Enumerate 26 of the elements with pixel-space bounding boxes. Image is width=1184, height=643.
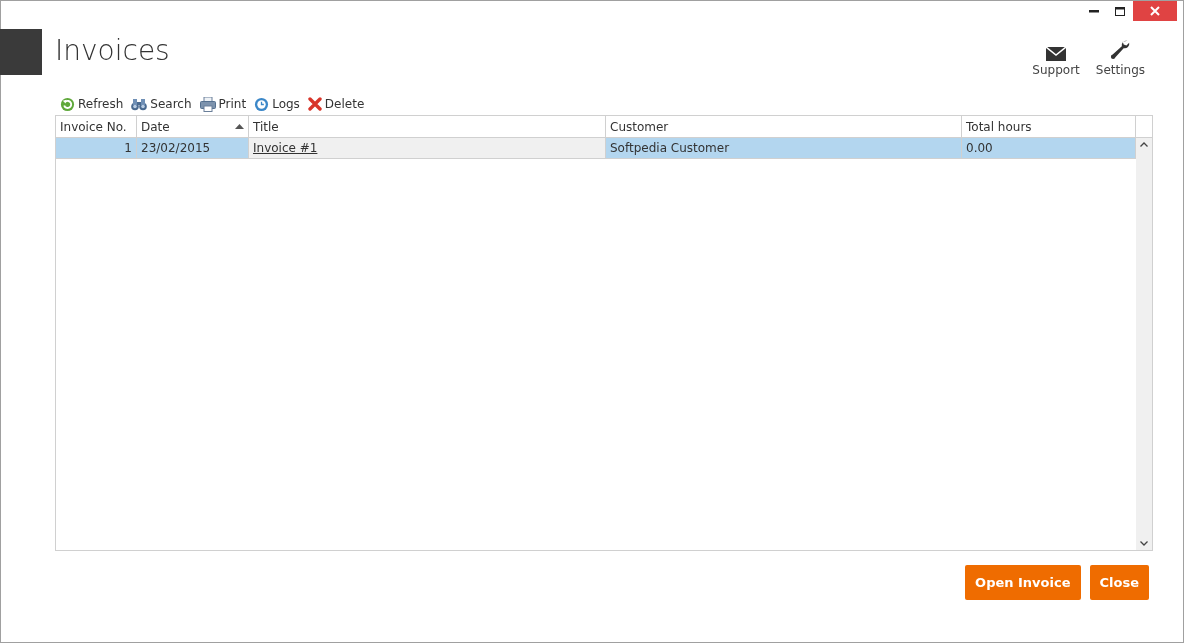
clock-icon bbox=[254, 96, 270, 112]
refresh-icon bbox=[60, 96, 75, 112]
settings-button[interactable]: Settings bbox=[1091, 39, 1149, 77]
binoculars-button[interactable]: Search bbox=[130, 97, 193, 111]
table-cell: 23/02/2015 bbox=[137, 138, 249, 159]
link-cell[interactable]: Invoice #1 bbox=[249, 138, 606, 159]
scroll-down-icon bbox=[1140, 541, 1148, 546]
logo-block bbox=[0, 29, 42, 75]
scroll-up-icon bbox=[1140, 142, 1148, 147]
envelope-icon bbox=[1046, 47, 1067, 61]
refresh-button[interactable]: Refresh bbox=[59, 96, 125, 112]
binoculars-icon bbox=[131, 97, 148, 111]
maximize-icon bbox=[1115, 6, 1125, 16]
printer-button[interactable]: Print bbox=[198, 96, 248, 112]
table-cell: 1 bbox=[56, 138, 137, 159]
delete-icon bbox=[307, 97, 322, 111]
printer-icon bbox=[199, 96, 216, 112]
window-title: Invoices bbox=[55, 33, 171, 69]
support-button[interactable]: Support bbox=[1028, 39, 1084, 77]
minimize-icon bbox=[1089, 9, 1099, 13]
close-icon bbox=[1150, 6, 1160, 16]
logs-button[interactable]: Logs bbox=[253, 96, 301, 112]
delete-button[interactable]: Delete bbox=[306, 97, 366, 111]
table-cell: Softpedia Customer bbox=[606, 138, 962, 159]
table-cell: 0.00 bbox=[962, 138, 1136, 159]
scrollbar[interactable] bbox=[1136, 138, 1152, 550]
